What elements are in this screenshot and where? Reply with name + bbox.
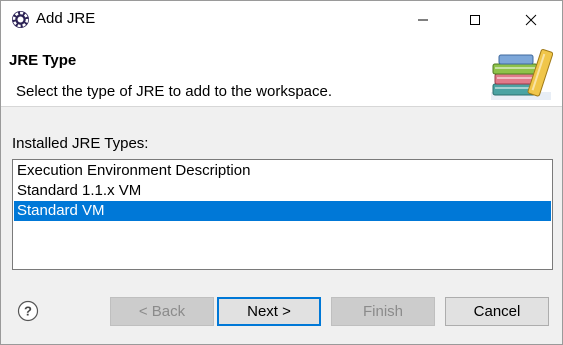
- next-button[interactable]: Next >: [217, 297, 321, 326]
- minimize-button[interactable]: [400, 1, 446, 38]
- close-icon: [525, 14, 537, 25]
- minimize-icon: [418, 19, 428, 20]
- installed-jre-types-label: Installed JRE Types:: [12, 135, 149, 152]
- back-button[interactable]: < Back: [110, 297, 214, 326]
- list-item-standard-1-1-x-vm[interactable]: Standard 1.1.x VM: [14, 181, 551, 201]
- window-title: Add JRE: [36, 10, 96, 27]
- maximize-icon: [470, 14, 480, 25]
- list-item-execution-environment-description[interactable]: Execution Environment Description: [14, 161, 551, 181]
- close-button[interactable]: [508, 1, 554, 38]
- svg-text:?: ?: [24, 304, 32, 319]
- page-description: Select the type of JRE to add to the wor…: [16, 83, 333, 100]
- list-item-standard-vm[interactable]: Standard VM: [14, 201, 551, 221]
- maximize-button[interactable]: [452, 1, 498, 38]
- add-jre-dialog: Add JRE JRE Type Select the type of JRE …: [0, 0, 563, 345]
- wizard-banner: JRE Type Select the type of JRE to add t…: [1, 38, 562, 107]
- page-title: JRE Type: [9, 52, 77, 69]
- jre-type-list[interactable]: Execution Environment Description Standa…: [12, 159, 553, 270]
- help-icon[interactable]: ?: [17, 300, 39, 322]
- books-icon: [491, 49, 553, 100]
- cancel-button[interactable]: Cancel: [445, 297, 549, 326]
- title-bar: Add JRE: [1, 1, 562, 38]
- eclipse-icon: [12, 11, 29, 28]
- finish-button[interactable]: Finish: [331, 297, 435, 326]
